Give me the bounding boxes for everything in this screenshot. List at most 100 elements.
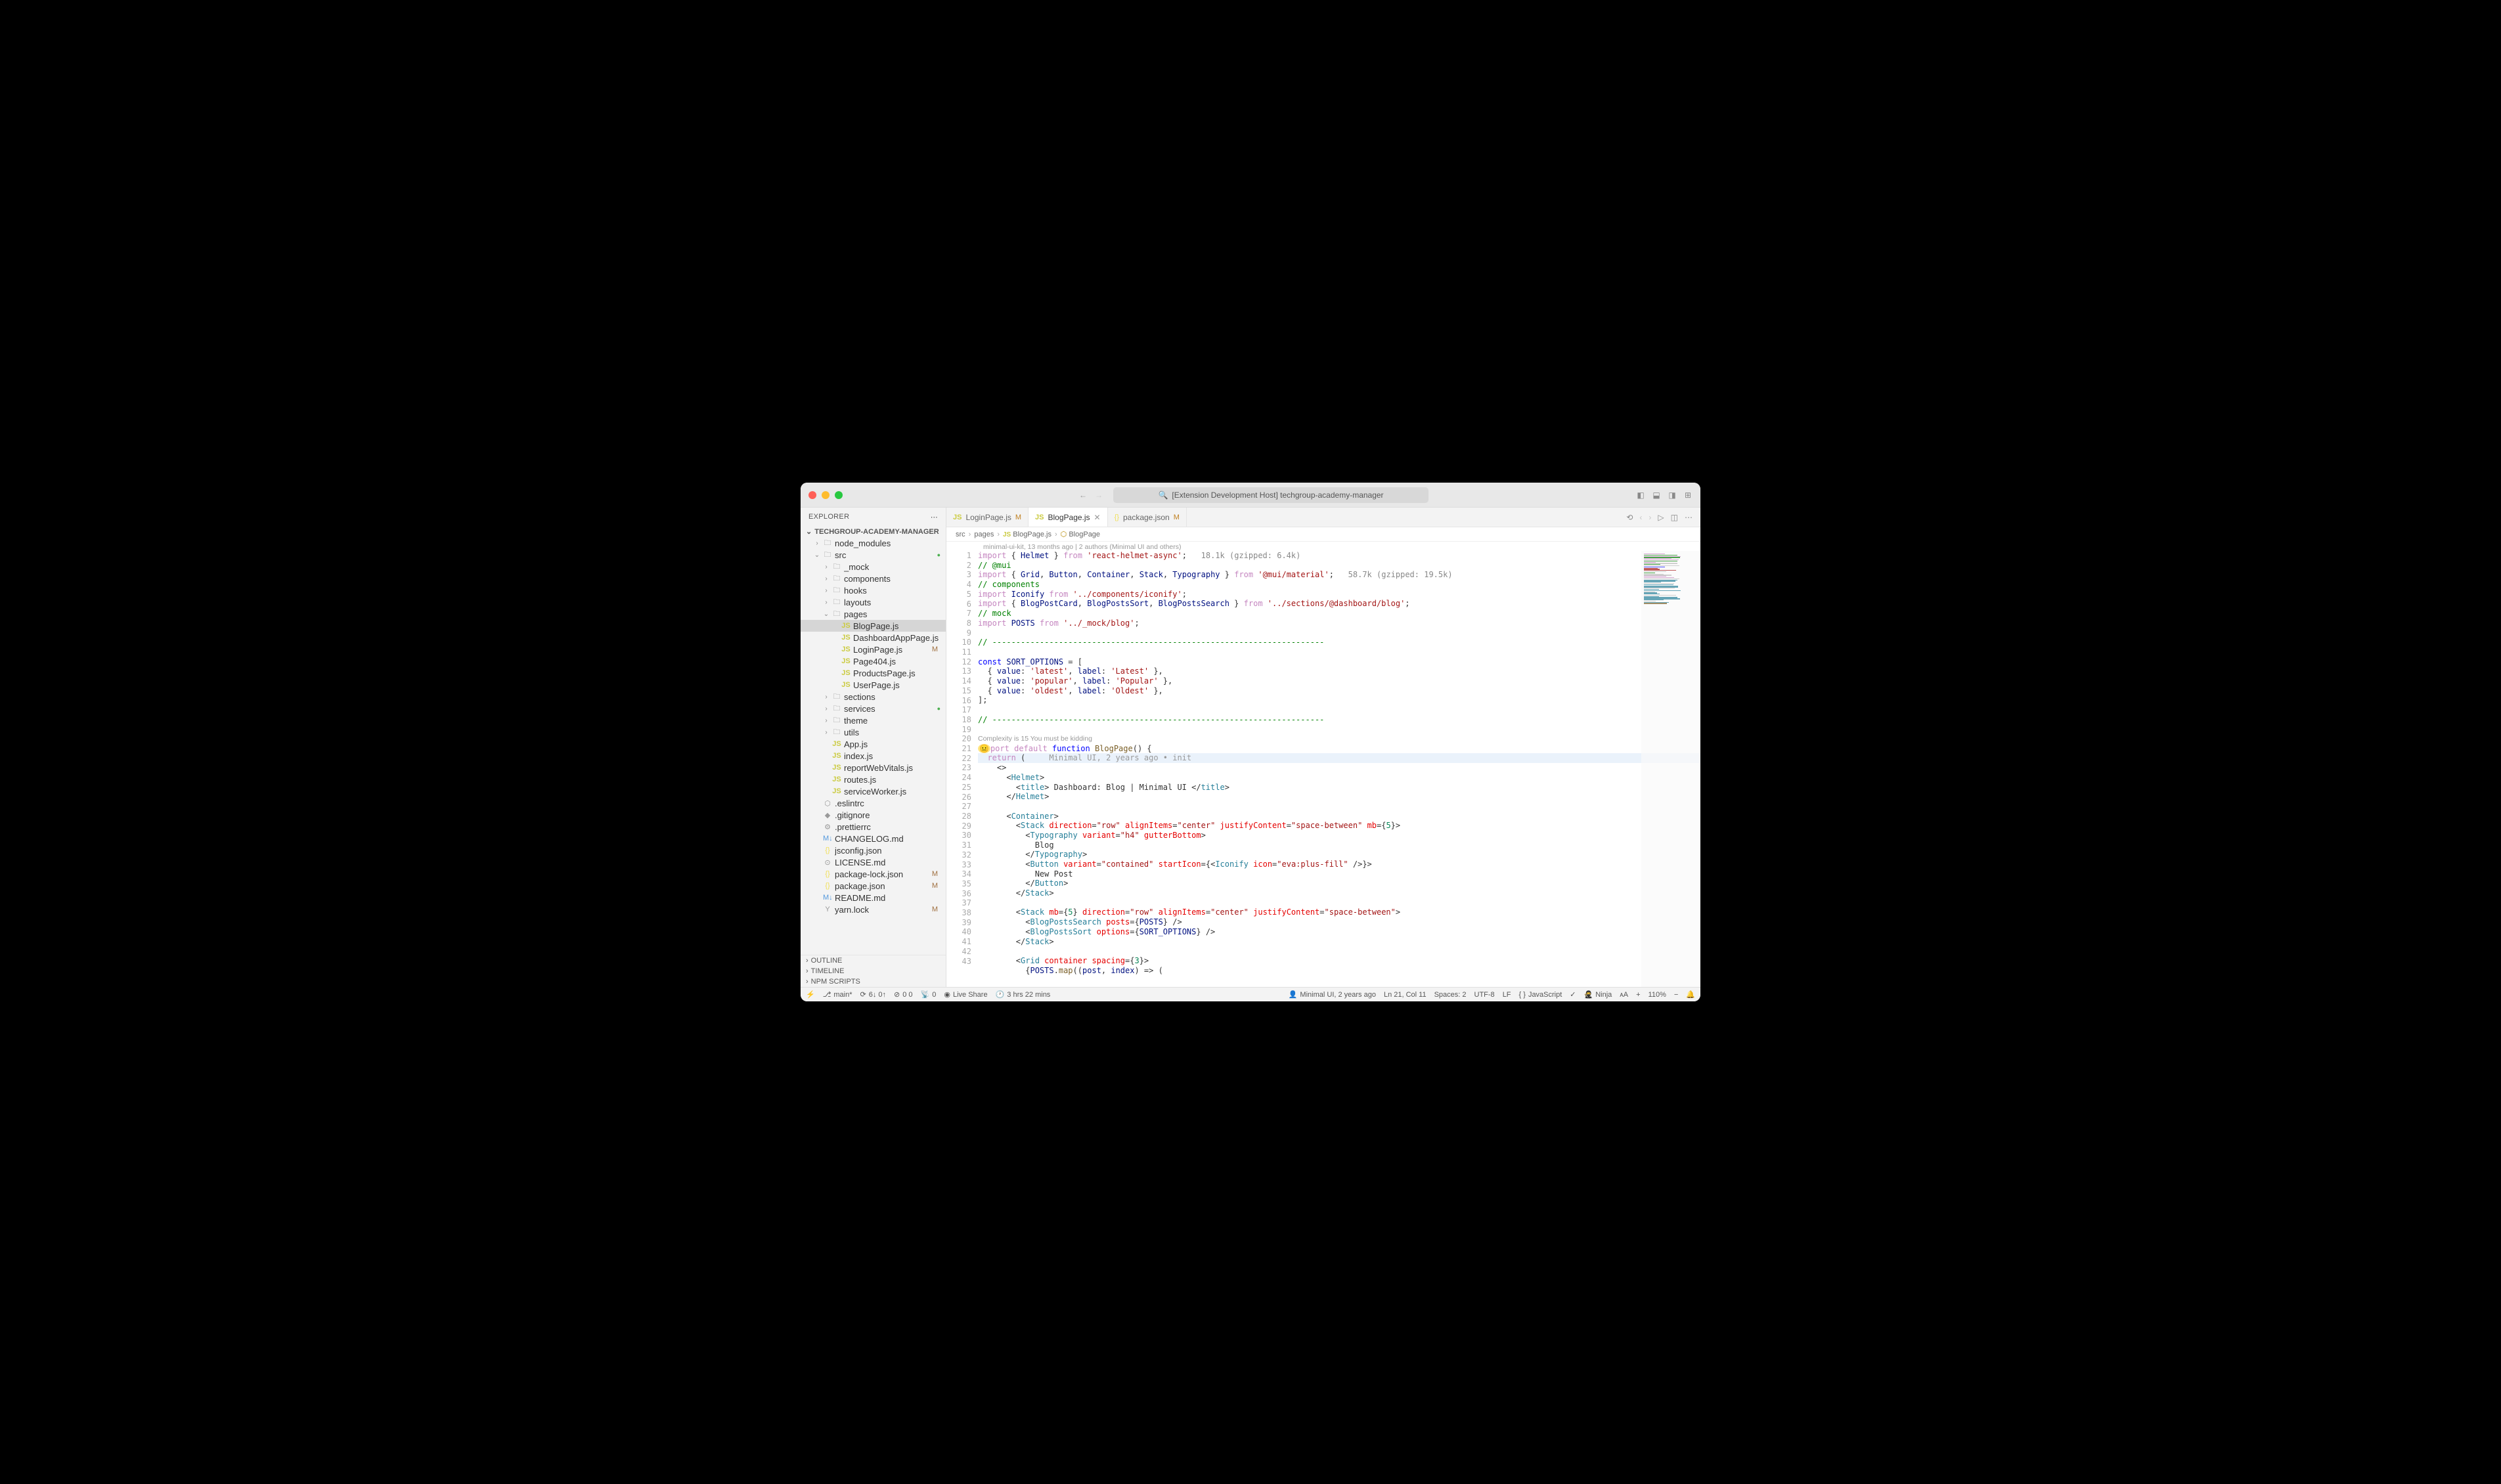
blame-status[interactable]: 👤 Minimal UI, 2 years ago bbox=[1289, 990, 1376, 999]
problems-status[interactable]: ⊘ 0 0 bbox=[894, 990, 913, 999]
layout-toggle-left-icon[interactable]: ◧ bbox=[1636, 491, 1645, 500]
prettier-status[interactable]: ✓ bbox=[1570, 990, 1576, 999]
tree-item-package-lock-json[interactable]: {}package-lock.jsonM bbox=[801, 868, 946, 880]
minimize-window-button[interactable] bbox=[822, 491, 830, 499]
back-button[interactable]: ← bbox=[1079, 491, 1087, 500]
code-content[interactable]: import { Helmet } from 'react-helmet-asy… bbox=[978, 551, 1700, 987]
zoom-level[interactable]: 110% bbox=[1649, 991, 1666, 999]
section-npm-scripts[interactable]: ›NPM SCRIPTS bbox=[801, 976, 946, 987]
code-line[interactable]: {POSTS.map((post, index) => ( bbox=[978, 966, 1700, 976]
more-icon[interactable]: ⋯ bbox=[931, 513, 938, 521]
code-line[interactable]: <Stack mb={5} direction="row" alignItems… bbox=[978, 907, 1700, 917]
breadcrumb-item[interactable]: src bbox=[956, 531, 965, 538]
code-line[interactable]: <Helmet> bbox=[978, 773, 1700, 783]
code-line[interactable]: <Button variant="contained" startIcon={<… bbox=[978, 860, 1700, 869]
code-line[interactable]: <> bbox=[978, 763, 1700, 773]
code-line[interactable]: <BlogPostsSearch posts={POSTS} /> bbox=[978, 917, 1700, 927]
language-status[interactable]: { } JavaScript bbox=[1519, 991, 1562, 999]
command-center[interactable]: 🔍 [Extension Development Host] techgroup… bbox=[1113, 487, 1428, 503]
minimap[interactable] bbox=[1641, 551, 1700, 987]
codelens-complexity[interactable]: Complexity is 15 You must be kidding bbox=[978, 734, 1700, 744]
code-line[interactable]: New Post bbox=[978, 869, 1700, 879]
time-tracker[interactable]: 🕐 3 hrs 22 mins bbox=[996, 990, 1051, 999]
nav-next-icon[interactable]: › bbox=[1649, 513, 1651, 522]
code-line[interactable] bbox=[978, 802, 1700, 812]
tree-item-index-js[interactable]: JSindex.js bbox=[801, 750, 946, 762]
ports-status[interactable]: 📡 0 bbox=[921, 990, 937, 999]
tree-item-sections[interactable]: ›🗀sections bbox=[801, 691, 946, 703]
tree-item-routes-js[interactable]: JSroutes.js bbox=[801, 774, 946, 785]
code-line[interactable]: import { Grid, Button, Container, Stack,… bbox=[978, 570, 1700, 580]
codelens-authors[interactable]: minimal-ui-kit, 13 months ago | 2 author… bbox=[946, 542, 1700, 551]
encoding-status[interactable]: UTF-8 bbox=[1474, 991, 1495, 999]
code-line[interactable]: Blog bbox=[978, 840, 1700, 850]
layout-grid-icon[interactable]: ⊞ bbox=[1683, 491, 1693, 500]
tree-item-components[interactable]: ›🗀components bbox=[801, 573, 946, 584]
tree-item-userpage-js[interactable]: JSUserPage.js bbox=[801, 679, 946, 691]
tab-blogpage-js[interactable]: JSBlogPage.js✕ bbox=[1029, 508, 1108, 527]
tree-item-hooks[interactable]: ›🗀hooks bbox=[801, 584, 946, 596]
tree-item-app-js[interactable]: JSApp.js bbox=[801, 738, 946, 750]
tree-item-reportwebvitals-js[interactable]: JSreportWebVitals.js bbox=[801, 762, 946, 774]
tree-item-src[interactable]: ⌄🗀src● bbox=[801, 549, 946, 561]
breadcrumb[interactable]: src›pages›JS BlogPage.js›⬡ BlogPage bbox=[946, 527, 1700, 542]
tree-item-pages[interactable]: ⌄🗀pages bbox=[801, 608, 946, 620]
zoom-plus[interactable]: + bbox=[1636, 991, 1640, 999]
indent-status[interactable]: Spaces: 2 bbox=[1434, 991, 1467, 999]
cursor-position[interactable]: Ln 21, Col 11 bbox=[1384, 991, 1427, 999]
branch-status[interactable]: ⎇ main* bbox=[823, 990, 852, 999]
maximize-window-button[interactable] bbox=[835, 491, 843, 499]
notifications-icon[interactable]: 🔔 bbox=[1686, 990, 1695, 999]
tree-item-jsconfig-json[interactable]: {}jsconfig.json bbox=[801, 844, 946, 856]
code-line[interactable] bbox=[978, 724, 1700, 734]
code-line[interactable]: </Helmet> bbox=[978, 792, 1700, 802]
code-line[interactable]: 😐port default function BlogPage() { bbox=[978, 744, 1700, 754]
code-line[interactable]: <Grid container spacing={3}> bbox=[978, 956, 1700, 966]
code-editor[interactable]: 1234567891011121314151617181920212223242… bbox=[946, 551, 1700, 987]
breadcrumb-item[interactable]: JS BlogPage.js bbox=[1003, 531, 1051, 538]
tree-item--prettierrc[interactable]: ⚙.prettierrc bbox=[801, 821, 946, 833]
code-line[interactable] bbox=[978, 946, 1700, 956]
breadcrumb-item[interactable]: pages bbox=[974, 531, 994, 538]
tree-item-license-md[interactable]: ⊙LICENSE.md bbox=[801, 856, 946, 868]
run-icon[interactable]: ▷ bbox=[1658, 513, 1664, 522]
split-icon[interactable]: ◫ bbox=[1671, 513, 1678, 522]
tab-loginpage-js[interactable]: JSLoginPage.jsM bbox=[946, 508, 1029, 527]
code-line[interactable]: // -------------------------------------… bbox=[978, 715, 1700, 725]
code-line[interactable]: { value: 'oldest', label: 'Oldest' }, bbox=[978, 686, 1700, 696]
close-icon[interactable]: ✕ bbox=[1094, 513, 1101, 522]
code-line[interactable]: <BlogPostsSort options={SORT_OPTIONS} /> bbox=[978, 927, 1700, 937]
tree-item-utils[interactable]: ›🗀utils bbox=[801, 726, 946, 738]
tree-item-page404-js[interactable]: JSPage404.js bbox=[801, 655, 946, 667]
font-size-icon[interactable]: ᴀA bbox=[1620, 991, 1628, 999]
code-line[interactable]: </Button> bbox=[978, 879, 1700, 888]
tree-item-theme[interactable]: ›🗀theme bbox=[801, 714, 946, 726]
eol-status[interactable]: LF bbox=[1503, 991, 1511, 999]
tree-item-package-json[interactable]: {}package.jsonM bbox=[801, 880, 946, 892]
section-outline[interactable]: ›OUTLINE bbox=[801, 955, 946, 966]
code-line[interactable] bbox=[978, 898, 1700, 908]
layout-toggle-bottom-icon[interactable]: ⬓ bbox=[1652, 491, 1661, 500]
project-section[interactable]: ⌄ TECHGROUP-ACADEMY-MANAGER bbox=[801, 526, 946, 537]
code-line[interactable]: const SORT_OPTIONS = [ bbox=[978, 657, 1700, 667]
tree-item--eslintrc[interactable]: ⬡.eslintrc bbox=[801, 797, 946, 809]
code-line[interactable]: { value: 'popular', label: 'Popular' }, bbox=[978, 676, 1700, 686]
code-line[interactable]: return ( Minimal UI, 2 years ago • init bbox=[978, 753, 1700, 763]
breadcrumb-item[interactable]: ⬡ BlogPage bbox=[1061, 530, 1100, 538]
code-line[interactable]: import { Helmet } from 'react-helmet-asy… bbox=[978, 551, 1700, 561]
code-line[interactable]: import Iconify from '../components/iconi… bbox=[978, 590, 1700, 600]
zoom-minus[interactable]: − bbox=[1674, 991, 1678, 999]
code-line[interactable]: // @mui bbox=[978, 561, 1700, 571]
git-compare-icon[interactable]: ⟲ bbox=[1626, 513, 1633, 522]
tree-item-layouts[interactable]: ›🗀layouts bbox=[801, 596, 946, 608]
nav-prev-icon[interactable]: ‹ bbox=[1639, 513, 1642, 522]
layout-toggle-right-icon[interactable]: ◨ bbox=[1668, 491, 1677, 500]
code-line[interactable]: import { BlogPostCard, BlogPostsSort, Bl… bbox=[978, 599, 1700, 609]
tree-item-node_modules[interactable]: ›🗀node_modules bbox=[801, 537, 946, 549]
tree-item-blogpage-js[interactable]: JSBlogPage.js bbox=[801, 620, 946, 632]
ninja-status[interactable]: 🥷 Ninja bbox=[1584, 990, 1612, 999]
code-line[interactable]: </Stack> bbox=[978, 888, 1700, 898]
tree-item-yarn-lock[interactable]: Yyarn.lockM bbox=[801, 904, 946, 915]
tree-item-dashboardapppage-js[interactable]: JSDashboardAppPage.js bbox=[801, 632, 946, 644]
code-line[interactable]: ]; bbox=[978, 695, 1700, 705]
